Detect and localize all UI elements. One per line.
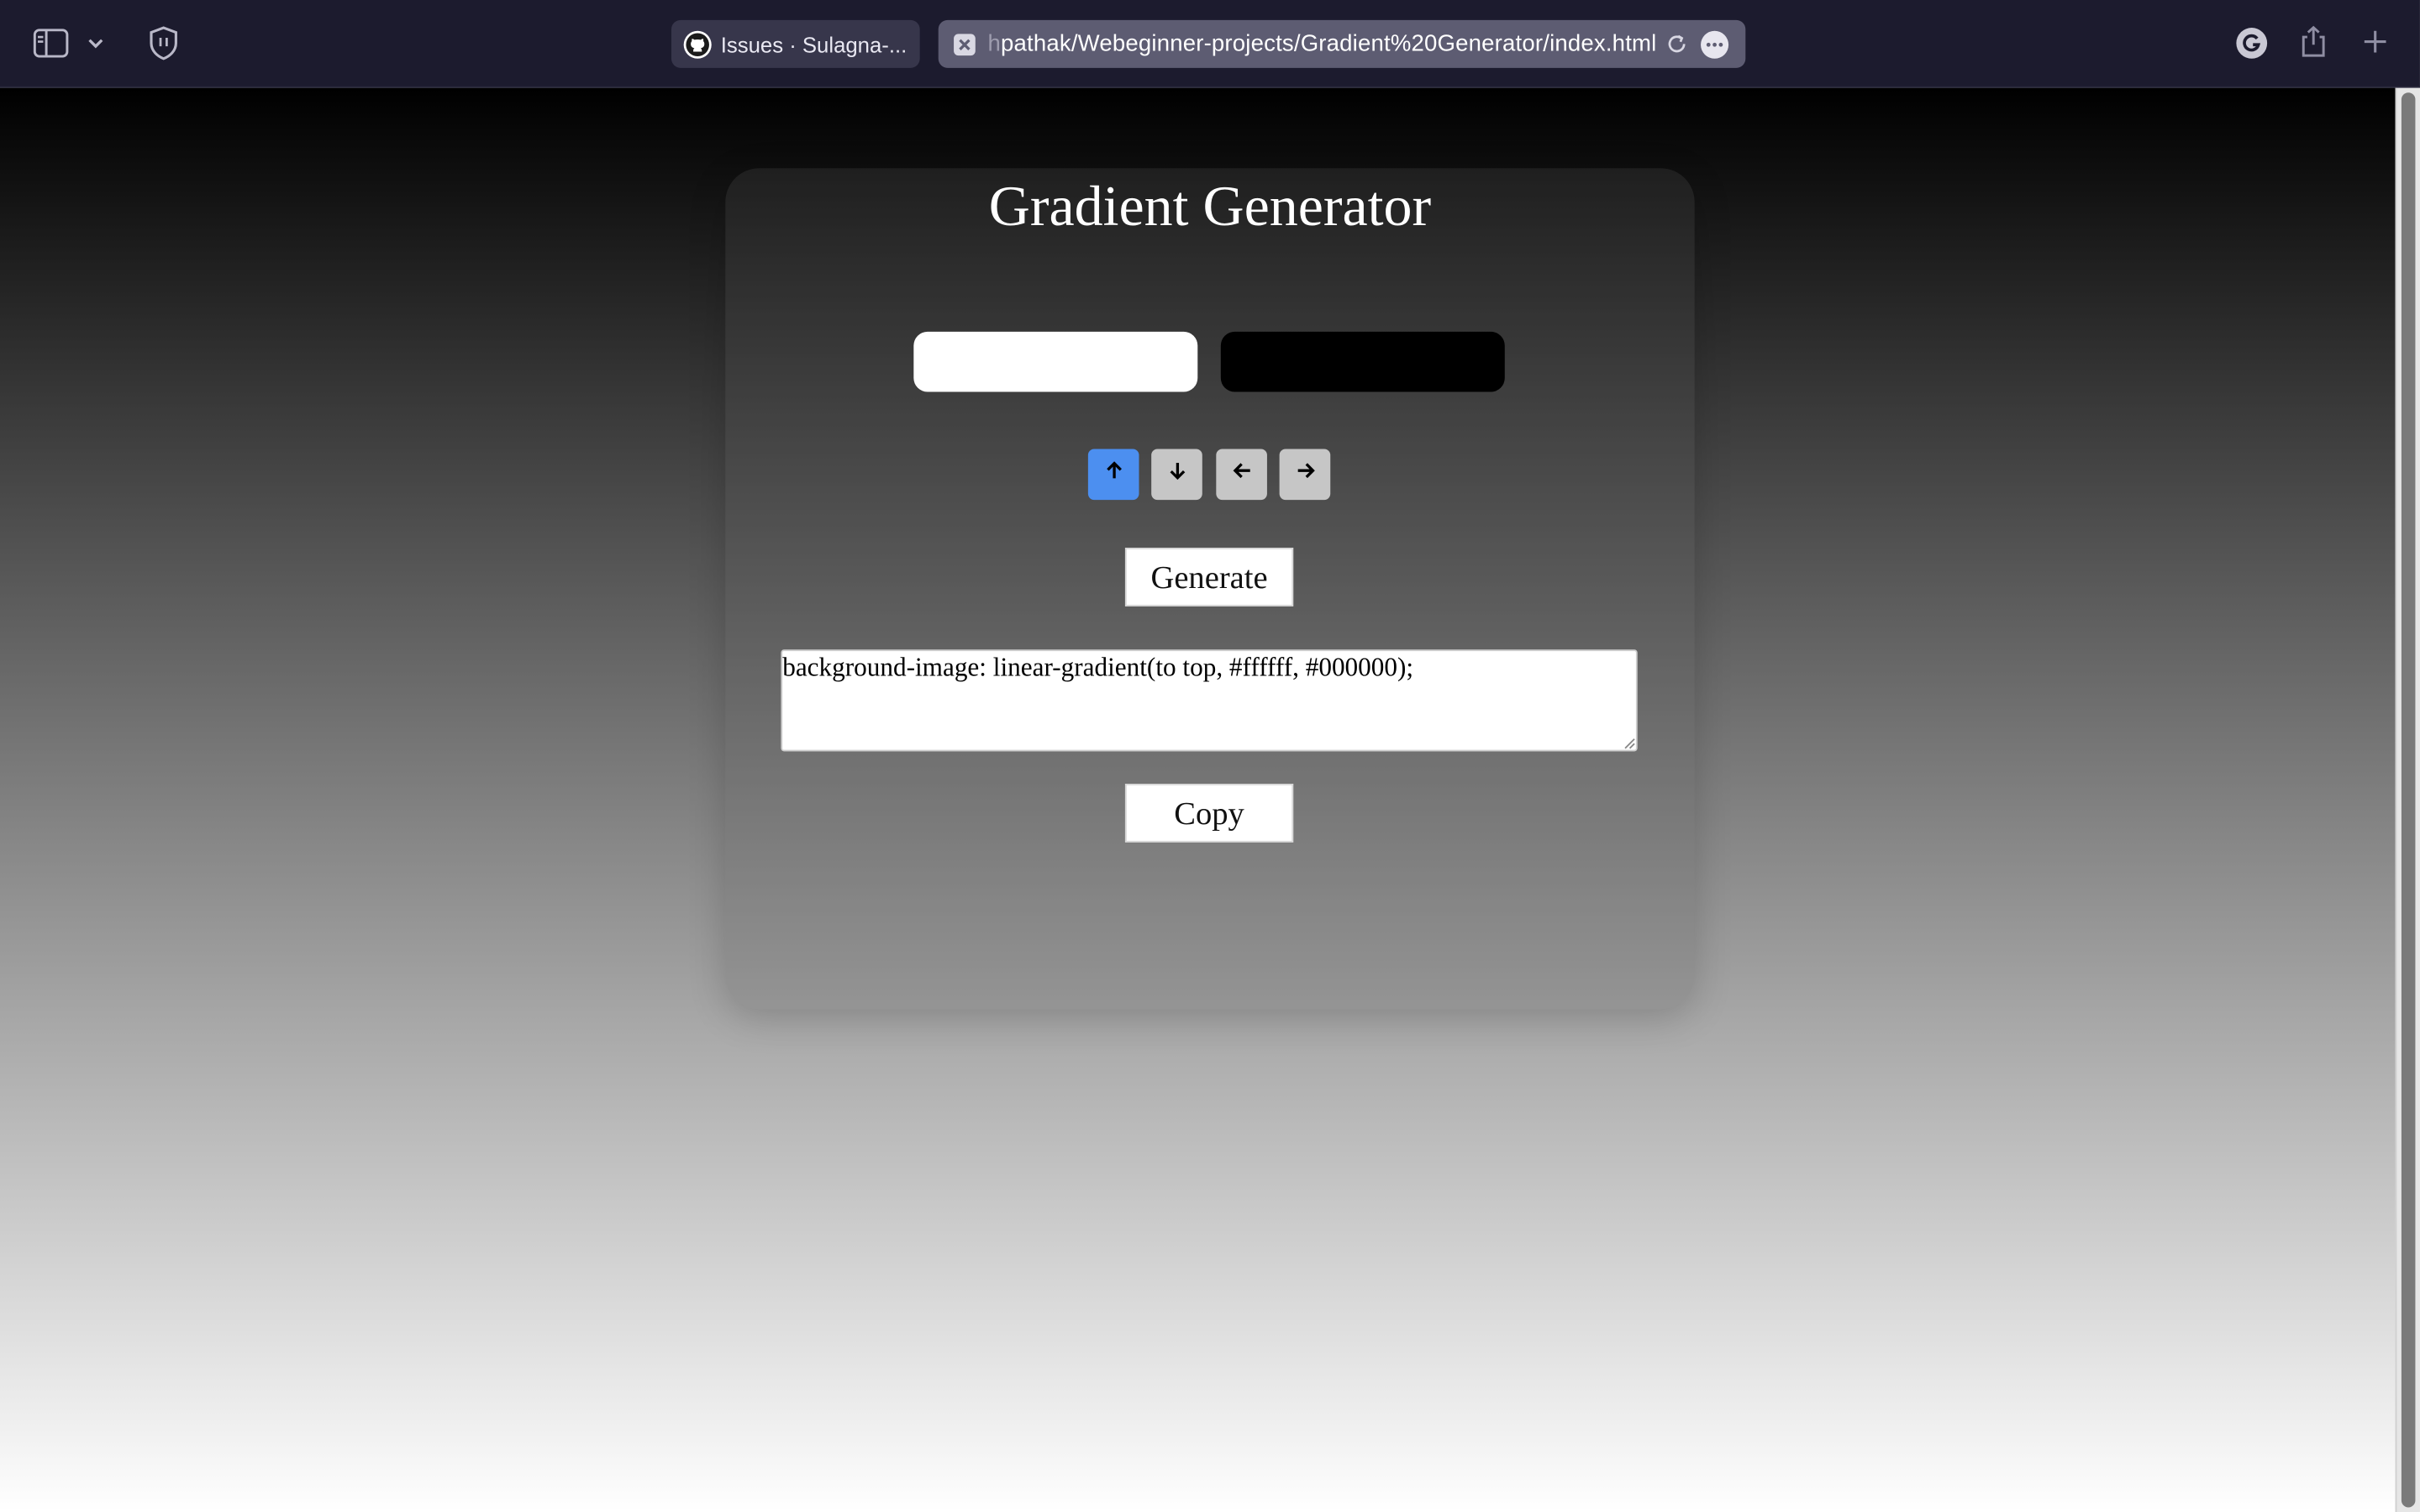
- page-title: Gradient Generator: [988, 176, 1432, 239]
- direction-right-button[interactable]: [1279, 449, 1331, 501]
- privacy-shield-icon[interactable]: [144, 22, 184, 65]
- copy-button[interactable]: Copy: [1124, 784, 1294, 843]
- color-picker-2[interactable]: [1220, 331, 1505, 392]
- github-icon: [683, 29, 712, 58]
- direction-down-button[interactable]: [1151, 449, 1202, 501]
- url-field[interactable]: hpathak/Webeginner-projects/Gradient%20G…: [987, 31, 1663, 57]
- chevron-down-icon[interactable]: [83, 28, 108, 59]
- generator-card: Gradient Generator Generate background-i…: [725, 168, 1695, 1010]
- direction-up-button[interactable]: [1087, 449, 1139, 501]
- url-text: pathak/Webeginner-projects/Gradient%20Ge…: [1001, 30, 1657, 57]
- resize-grip-icon[interactable]: [1623, 738, 1636, 750]
- arrow-up-icon: [1102, 459, 1124, 489]
- tab-label: Issues · Sulagna-...: [720, 31, 908, 57]
- page-body: Gradient Generator Generate background-i…: [0, 87, 2396, 1512]
- sidebar-toggle-icon[interactable]: [31, 24, 71, 61]
- browser-window: Issues · Sulagna-... hpathak/Webeginner-…: [0, 0, 2420, 1512]
- reload-icon[interactable]: [1664, 32, 1688, 56]
- arrow-down-icon: [1166, 459, 1188, 489]
- direction-left-button[interactable]: [1216, 449, 1267, 501]
- tab-issues[interactable]: Issues · Sulagna-...: [671, 19, 920, 68]
- arrow-right-icon: [1294, 459, 1316, 489]
- close-tab-icon[interactable]: [954, 33, 976, 55]
- address-bar[interactable]: hpathak/Webeginner-projects/Gradient%20G…: [938, 19, 1746, 68]
- browser-toolbar: Issues · Sulagna-... hpathak/Webeginner-…: [0, 0, 2420, 88]
- grammarly-extension-icon[interactable]: [2235, 26, 2269, 60]
- generate-button[interactable]: Generate: [1124, 548, 1294, 606]
- arrow-left-icon: [1231, 459, 1253, 489]
- share-icon[interactable]: [2298, 24, 2329, 60]
- color-picker-1[interactable]: [913, 331, 1198, 392]
- more-options-icon[interactable]: [1701, 29, 1729, 58]
- css-output-textarea[interactable]: background-image: linear-gradient(to top…: [781, 649, 1638, 752]
- page-scrollbar[interactable]: [2395, 87, 2420, 1512]
- new-tab-icon[interactable]: [2360, 26, 2391, 57]
- scrollbar-thumb[interactable]: [2401, 92, 2416, 1508]
- url-faded-prefix: h: [987, 30, 1002, 57]
